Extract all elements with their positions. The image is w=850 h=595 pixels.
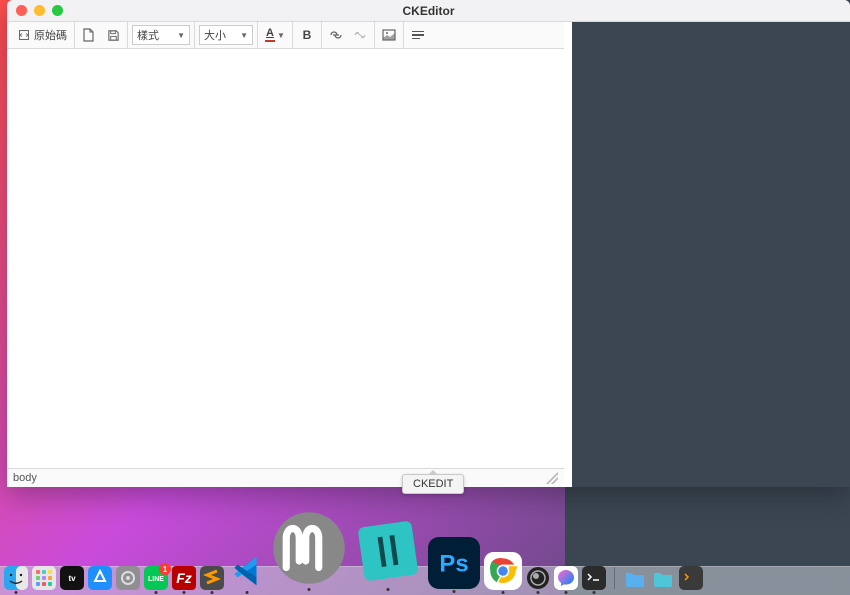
dock-sublime[interactable] [200,566,224,590]
styles-combo[interactable]: 樣式 ▼ [132,25,190,45]
link-button[interactable] [326,25,346,45]
dock: tv LINE1 Fz Ps [0,500,850,595]
fontsize-combo[interactable]: 大小 ▼ [199,25,253,45]
dock-folder-3[interactable] [679,566,703,590]
svg-text:Fz: Fz [176,570,192,586]
dock-folder-1[interactable] [623,566,647,590]
dock-separator [614,567,615,589]
dock-messenger[interactable] [554,566,578,590]
dock-vscode[interactable] [228,552,266,590]
paragraph-icon [412,31,424,40]
unlink-button[interactable] [350,25,370,45]
editor-panel: 原始碼 樣式 ▼ [7,22,564,487]
dock-tooltip-label: CKEDIT [413,478,453,490]
page-icon [83,28,95,42]
dock-folder-2[interactable] [651,566,675,590]
dock-chrome[interactable] [484,552,522,590]
unlink-icon [353,30,367,40]
dock-filezilla[interactable]: Fz [172,566,196,590]
editor-toolbar: 原始碼 樣式 ▼ [7,22,564,49]
new-page-button[interactable] [79,25,99,45]
ckeditor-window: CKEditor 原始碼 [7,0,850,487]
dock-tooltip: CKEDIT [402,474,464,494]
chevron-down-icon: ▼ [240,31,248,40]
dock-appletv[interactable]: tv [60,566,84,590]
paragraph-button[interactable] [408,25,428,45]
dock-line[interactable]: LINE1 [144,566,168,590]
text-color-icon: A [265,28,275,42]
save-icon [107,29,120,42]
dock-obs[interactable] [526,566,550,590]
dock-appstore[interactable] [88,566,112,590]
source-icon [18,29,30,41]
resize-handle[interactable] [546,472,558,484]
save-button[interactable] [103,25,123,45]
dock-terminal[interactable] [582,566,606,590]
chevron-down-icon: ▼ [177,31,185,40]
dock-mamp[interactable] [270,509,348,587]
chevron-down-icon: ▼ [277,31,285,40]
source-button[interactable]: 原始碼 [15,25,70,45]
editor-content[interactable] [7,49,564,469]
image-button[interactable] [379,25,399,45]
editor-statusbar: body [7,469,564,487]
svg-text:Ps: Ps [439,551,468,578]
dock-ckedit[interactable] [352,515,424,587]
bold-button[interactable]: B [297,25,317,45]
dock-finder[interactable] [4,566,28,590]
window-title: CKEditor [7,4,850,18]
image-icon [382,29,396,41]
titlebar[interactable]: CKEditor [7,0,850,22]
link-icon [329,30,343,40]
styles-label: 樣式 [137,27,159,43]
elements-path[interactable]: body [13,472,37,484]
text-color-button[interactable]: A ▼ [262,25,288,45]
window-backdrop [572,22,850,487]
badge: 1 [159,563,171,575]
fontsize-label: 大小 [204,27,226,43]
dock-launchpad[interactable] [32,566,56,590]
svg-text:LINE: LINE [148,576,164,583]
bold-icon: B [303,28,312,42]
dock-photoshop[interactable]: Ps [428,537,480,589]
source-label: 原始碼 [34,27,67,43]
svg-text:tv: tv [68,574,76,583]
dock-settings[interactable] [116,566,140,590]
